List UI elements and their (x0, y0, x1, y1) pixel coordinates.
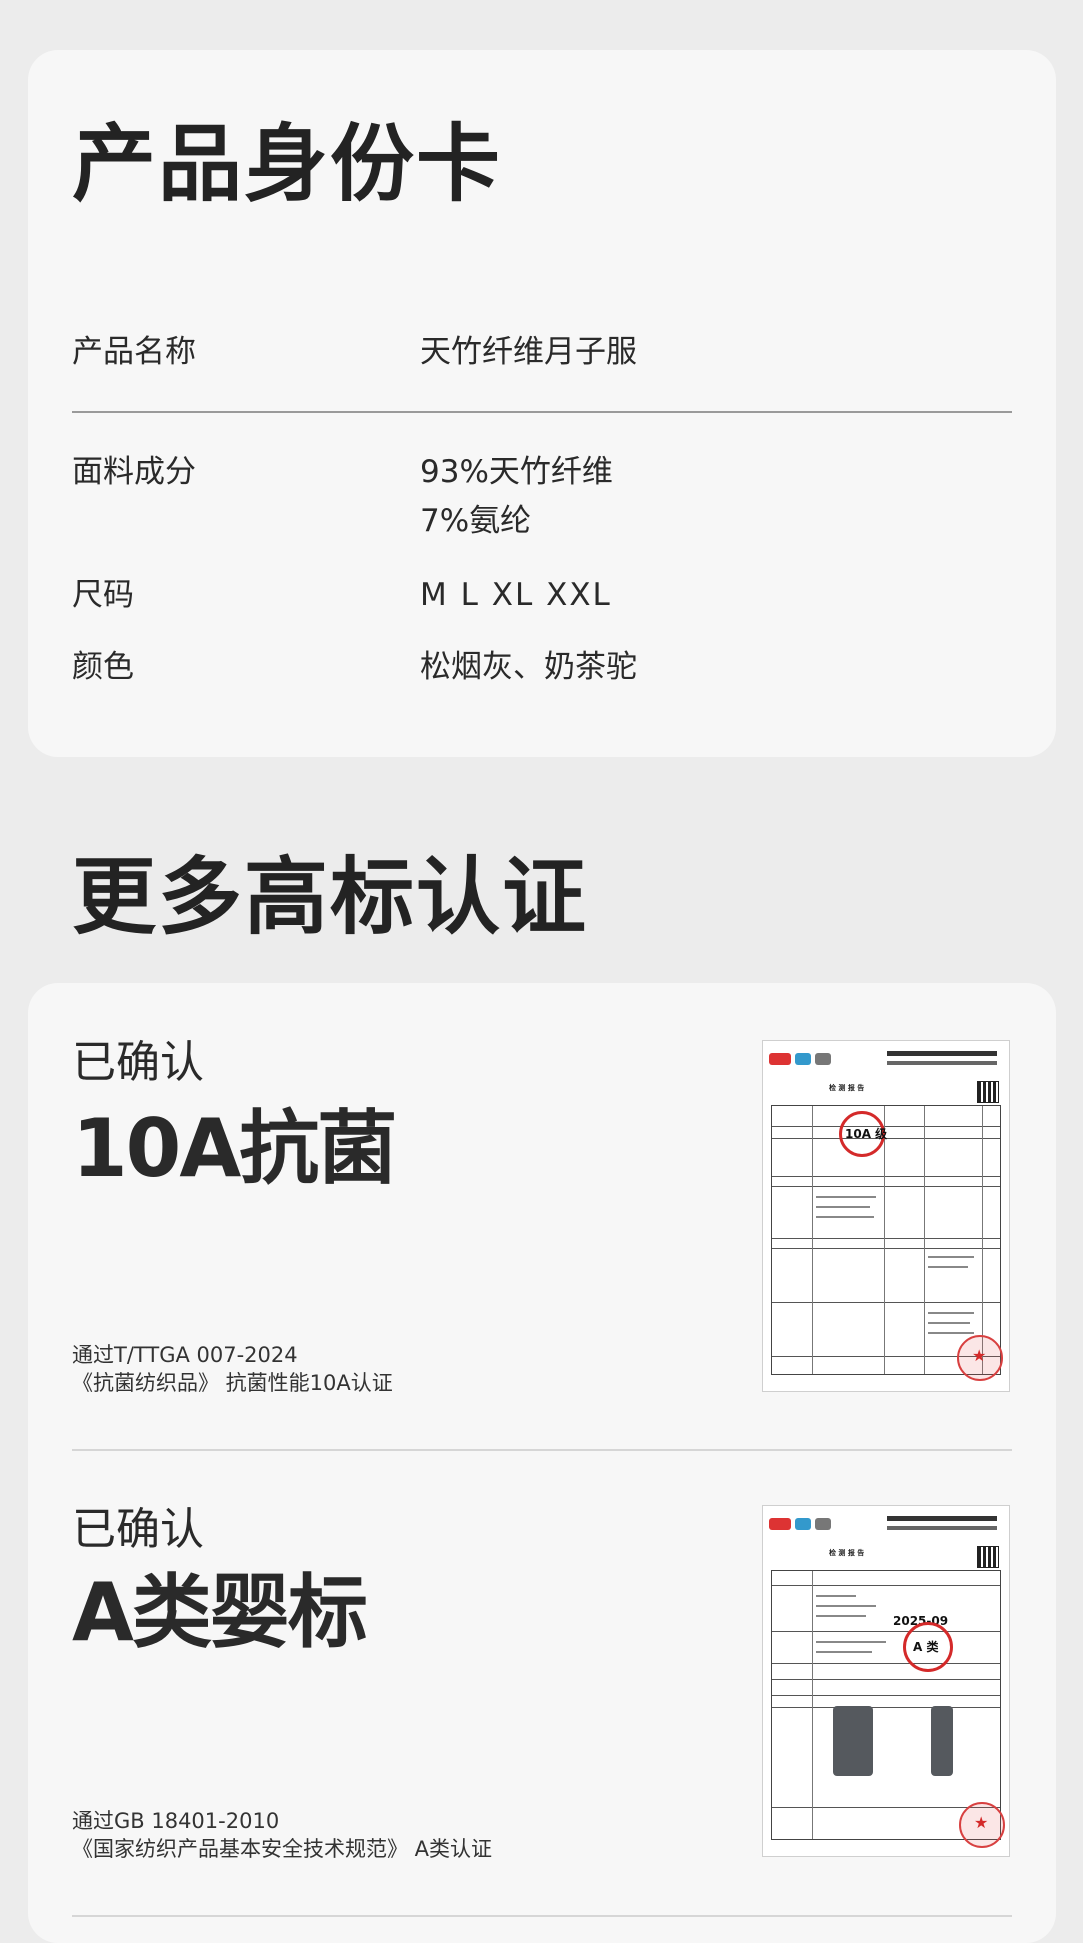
product-id-card: 产品身份卡 产品名称 天竹纤维月子服 面料成分 93%天竹纤维 7%氨纶 尺码 … (28, 50, 1056, 757)
test-report-image: 检 测 报 告 10A 级 ★ (762, 1040, 1010, 1392)
cert-note-line1: 通过T/TTGA 007-2024 (72, 1343, 298, 1367)
report-header (769, 1047, 1003, 1077)
official-seal-icon: ★ (957, 1335, 1003, 1381)
report-grade-text: 10A 级 (845, 1127, 888, 1141)
row-divider (72, 411, 1012, 413)
report-caption: 检 测 报 告 (829, 1549, 865, 1557)
cnas-logo-icon (815, 1053, 831, 1065)
report-grade-text: A 类 (913, 1640, 939, 1654)
color-label: 颜色 (72, 649, 134, 685)
cma-logo-icon (769, 1518, 791, 1530)
report-header (769, 1512, 1003, 1542)
certifications-card: 已确认 10A抗菌 通过T/TTGA 007-2024 《抗菌纺织品》 抗菌性能… (28, 983, 1056, 1943)
more-certs-title: 更多高标认证 (72, 848, 589, 946)
cnas-logo-icon (815, 1518, 831, 1530)
size-value: M L XL XXL (420, 577, 612, 613)
cert-title: 10A抗菌 (72, 1102, 397, 1195)
product-name-value: 天竹纤维月子服 (420, 334, 637, 370)
test-report-image: 检 测 报 告 2025-09 A 类 ★ (762, 1505, 1010, 1857)
cert-divider (72, 1915, 1012, 1917)
product-card-title: 产品身份卡 (72, 115, 503, 213)
qr-code-icon (977, 1081, 999, 1103)
cert-note-line2: 《国家纺织产品基本安全技术规范》 A类认证 (72, 1837, 493, 1861)
cert-confirmed-label: 已确认 (72, 1037, 204, 1088)
lab-name-en-line (887, 1061, 997, 1065)
lab-name-line (887, 1051, 997, 1056)
fabric-value-line2: 7%氨纶 (420, 503, 532, 539)
report-table (771, 1570, 1001, 1840)
cert-note-line2: 《抗菌纺织品》 抗菌性能10A认证 (72, 1371, 393, 1395)
lab-name-en-line (887, 1526, 997, 1530)
fabric-value-line1: 93%天竹纤维 (420, 454, 613, 490)
official-seal-icon: ★ (959, 1802, 1005, 1848)
ilac-logo-icon (795, 1518, 811, 1530)
garment-pants-photo (931, 1706, 953, 1776)
ilac-logo-icon (795, 1053, 811, 1065)
cert-divider (72, 1449, 1012, 1451)
report-table (771, 1105, 1001, 1375)
color-value: 松烟灰、奶茶驼 (420, 649, 637, 685)
qr-code-icon (977, 1546, 999, 1568)
cert-note-line1: 通过GB 18401-2010 (72, 1809, 280, 1833)
garment-top-photo (833, 1706, 873, 1776)
product-name-label: 产品名称 (72, 334, 196, 370)
fabric-label: 面料成分 (72, 454, 196, 490)
cert-confirmed-label: 已确认 (72, 1504, 204, 1555)
size-label: 尺码 (72, 577, 134, 613)
lab-name-line (887, 1516, 997, 1521)
cert-title: A类婴标 (72, 1566, 368, 1659)
cma-logo-icon (769, 1053, 791, 1065)
report-caption: 检 测 报 告 (829, 1084, 865, 1092)
